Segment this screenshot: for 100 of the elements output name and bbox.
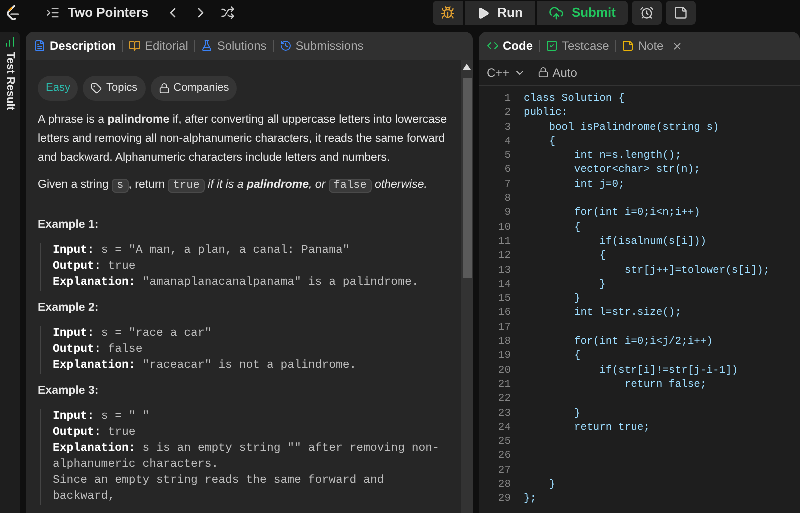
- lock-icon: [158, 83, 170, 94]
- note-icon: [622, 40, 634, 52]
- language-dropdown[interactable]: C++: [487, 64, 526, 82]
- close-icon[interactable]: [672, 40, 683, 52]
- note-button[interactable]: [666, 1, 696, 25]
- example-line: Output: true: [53, 259, 137, 275]
- code-line: for(int i=0;i<n;i++): [573, 206, 700, 221]
- cloud-upload-icon: [548, 6, 564, 20]
- code-line: };: [523, 492, 537, 507]
- line-number: 8: [504, 192, 511, 206]
- panel-tab[interactable]: Code: [487, 37, 533, 55]
- line-number: 20: [497, 364, 511, 378]
- line-number: 27: [497, 464, 511, 478]
- code-line: {: [548, 134, 556, 150]
- list-icon: [46, 6, 60, 20]
- example-line: Explanation: "raceacar" is not a palindrome.: [53, 358, 358, 374]
- example-line: Explanation: s is an empty string "" after removing non-alphanumeric characters.: [53, 441, 440, 473]
- logo-icon: [4, 4, 22, 22]
- topics-button[interactable]: Topics: [83, 76, 146, 101]
- code-line: class Solution {: [523, 92, 625, 106]
- line-number: 1: [504, 92, 511, 106]
- panel-tab[interactable]: Editorial: [129, 37, 188, 55]
- lock-icon: [538, 67, 549, 78]
- bug-icon: [440, 6, 455, 20]
- code-line: {: [573, 349, 581, 364]
- alarm-clock-icon: [640, 6, 654, 20]
- panel-tab[interactable]: Submissions: [280, 37, 364, 55]
- line-number: 3: [504, 120, 511, 135]
- code-line: if(isalnum(s[i])): [598, 234, 707, 250]
- description-paragraph: Given a string s , return true if it is a palindrome, or false otherwise.: [38, 178, 428, 195]
- line-number: 24: [497, 420, 511, 436]
- play-icon: [476, 6, 490, 20]
- code-line: }: [598, 278, 606, 292]
- shuffle-icon[interactable]: [220, 6, 235, 20]
- code-line: }: [573, 406, 581, 421]
- example-line: Output: true: [53, 425, 137, 441]
- line-number: 10: [497, 220, 511, 235]
- line-number: 21: [497, 378, 511, 392]
- example-line: Input: s = "A man, a plan, a canal: Panama": [53, 243, 351, 259]
- inline-code: true: [168, 179, 205, 193]
- tag-icon: [91, 83, 102, 94]
- line-number: 16: [497, 306, 511, 321]
- example-line: Input: s = "race a car": [53, 326, 213, 342]
- panel-tab[interactable]: Description: [34, 37, 116, 55]
- line-number: 28: [497, 478, 511, 492]
- side-tab[interactable]: Test Result: [0, 32, 20, 513]
- line-number: 5: [504, 149, 511, 164]
- description-paragraph: A phrase is a palindrome if, after converting all uppercase letters into lowercase letters and removing all non-alphanumeric characters, it reads the same forward and backward. Alphanumeric characters include letters and numbers.: [38, 113, 448, 166]
- auto-mode-label: Auto: [538, 64, 578, 82]
- example-line: Since an empty string reads the same forward and backward,: [53, 473, 386, 505]
- line-number: 15: [497, 292, 511, 306]
- code-line: int l=str.size();: [573, 306, 682, 321]
- problem-list-button[interactable]: Two Pointers: [46, 3, 149, 23]
- panel-tab[interactable]: Note: [622, 37, 683, 55]
- example-title: Example 3:: [38, 384, 100, 399]
- code-line: return false;: [624, 378, 707, 392]
- code-line: int j=0;: [573, 178, 625, 192]
- line-number: 4: [504, 134, 511, 150]
- document-icon: [34, 40, 46, 52]
- code-line: str[j++]=tolower(s[i]);: [624, 264, 770, 278]
- example-line: Explanation: "amanaplanacanalpanama" is a palindrome.: [53, 275, 420, 291]
- chart-icon: [4, 36, 16, 48]
- note-icon: [674, 6, 688, 20]
- scrollbar-thumb[interactable]: [462, 78, 472, 278]
- book-icon: [129, 40, 142, 52]
- code-line: {: [598, 249, 606, 264]
- line-number: 7: [504, 178, 511, 192]
- code-line: int n=s.length();: [573, 149, 682, 164]
- run-button[interactable]: Run: [464, 1, 535, 25]
- submit-button[interactable]: Submit: [536, 1, 628, 25]
- code-line: return true;: [573, 420, 650, 436]
- timer-button[interactable]: [632, 1, 662, 25]
- line-number: 25: [497, 435, 511, 450]
- line-number: 12: [497, 249, 511, 264]
- line-number: 11: [497, 234, 511, 250]
- line-number: 13: [497, 264, 511, 278]
- inline-code: s: [112, 179, 129, 193]
- example-title: Example 2:: [38, 301, 100, 316]
- line-number: 18: [497, 335, 511, 350]
- line-number: 19: [497, 349, 511, 364]
- panel-tab[interactable]: Testcase: [546, 37, 610, 55]
- line-number: 22: [497, 392, 511, 407]
- code-line: }: [548, 478, 556, 492]
- difficulty-badge: Easy: [38, 76, 78, 101]
- code-line: if(str[i]!=str[j-i-1]): [598, 364, 738, 378]
- line-number: 26: [497, 449, 511, 464]
- flask-icon: [201, 40, 214, 52]
- line-number: 14: [497, 278, 511, 292]
- panel-tab[interactable]: Solutions: [201, 37, 267, 55]
- companies-button[interactable]: Companies: [150, 76, 238, 101]
- scroll-up-icon[interactable]: [463, 64, 471, 70]
- code-line: {: [573, 220, 581, 235]
- line-number: 17: [497, 320, 511, 336]
- line-number: 23: [497, 406, 511, 421]
- code-line: bool isPalindrome(string s): [548, 120, 720, 135]
- example-line: Input: s = " ": [53, 409, 151, 425]
- example-line: Output: false: [53, 342, 144, 358]
- debug-button[interactable]: [432, 1, 463, 25]
- line-number: 9: [504, 206, 511, 221]
- code-line: vector<char> str(n);: [573, 163, 700, 178]
